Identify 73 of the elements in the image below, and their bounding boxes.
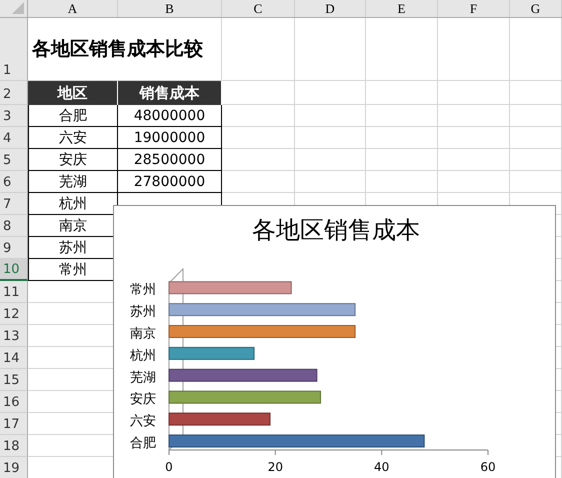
category-label: 六安 bbox=[130, 414, 156, 430]
row-header[interactable]: 16 bbox=[0, 391, 28, 413]
column-header[interactable]: F bbox=[438, 0, 510, 17]
grid-cell bbox=[366, 127, 438, 149]
grid-cell bbox=[510, 149, 562, 171]
axis-label: 40 bbox=[374, 460, 390, 474]
column-header[interactable]: D bbox=[295, 0, 366, 17]
category-label: 杭州 bbox=[130, 348, 156, 364]
chart-title: 各地区销售成本 bbox=[252, 218, 420, 244]
header-cell: 地区 bbox=[28, 81, 118, 105]
table-cell: 19000000 bbox=[118, 127, 222, 149]
row-header[interactable]: 5 bbox=[0, 149, 28, 171]
row-header[interactable]: 12 bbox=[0, 303, 28, 325]
grid-cell bbox=[295, 149, 366, 171]
grid-cell bbox=[295, 127, 366, 149]
row-header[interactable]: 10 bbox=[0, 259, 28, 281]
column-header[interactable]: C bbox=[222, 0, 295, 17]
row-header[interactable]: 15 bbox=[0, 369, 28, 391]
row-header[interactable]: 14 bbox=[0, 347, 28, 369]
axis-label: 20 bbox=[268, 460, 283, 474]
grid-cell bbox=[510, 127, 562, 149]
grid-cell bbox=[438, 149, 510, 171]
category-label: 苏州 bbox=[130, 304, 156, 320]
category-label: 南京 bbox=[130, 326, 156, 342]
grid-cell bbox=[366, 105, 438, 127]
row-header[interactable]: 8 bbox=[0, 215, 28, 237]
category-label: 芜湖 bbox=[130, 370, 156, 386]
row-header[interactable]: 4 bbox=[0, 127, 28, 149]
row-header[interactable]: 7 bbox=[0, 193, 28, 215]
row-header[interactable]: 9 bbox=[0, 237, 28, 259]
category-label: 常州 bbox=[130, 282, 156, 298]
grid-cell bbox=[295, 105, 366, 127]
axis-label: 0 bbox=[165, 460, 173, 474]
row-header[interactable]: 6 bbox=[0, 171, 28, 193]
column-header[interactable]: E bbox=[366, 0, 438, 17]
grid-cell bbox=[366, 18, 438, 81]
table-cell: 合肥 bbox=[28, 105, 118, 127]
category-label: 合肥 bbox=[130, 436, 156, 451]
grid-cell bbox=[295, 81, 366, 105]
grid-cell bbox=[366, 81, 438, 105]
row-header[interactable]: 13 bbox=[0, 325, 28, 347]
column-header[interactable]: G bbox=[510, 0, 562, 17]
table-cell: 安庆 bbox=[28, 149, 118, 171]
row-header[interactable]: 2 bbox=[0, 81, 28, 105]
grid-cell bbox=[510, 171, 562, 193]
grid-cell bbox=[510, 81, 562, 105]
row-header[interactable]: 19 bbox=[0, 457, 28, 478]
row-header[interactable]: 3 bbox=[0, 105, 28, 127]
select-all-icon[interactable] bbox=[12, 2, 24, 14]
bar-chart[interactable]: 各地区销售成本 0 20 40 60 常州 苏州 南京 杭州 芜湖 安庆 六安 合肥 bbox=[113, 205, 556, 478]
table-cell: 28500000 bbox=[118, 149, 222, 171]
grid-cell bbox=[438, 81, 510, 105]
column-header[interactable]: A bbox=[28, 0, 118, 17]
row-header[interactable]: 18 bbox=[0, 435, 28, 457]
table-cell: 芜湖 bbox=[28, 171, 118, 193]
grid-cell bbox=[510, 105, 562, 127]
sheet-title: 各地区销售成本比较 bbox=[32, 37, 203, 62]
category-label: 安庆 bbox=[130, 392, 156, 408]
table-cell: 六安 bbox=[28, 127, 118, 149]
grid-cell bbox=[438, 18, 510, 81]
row-header[interactable]: 17 bbox=[0, 413, 28, 435]
column-header[interactable]: B bbox=[118, 0, 222, 17]
table-cell: 27800000 bbox=[118, 171, 222, 193]
header-cell: 销售成本 bbox=[118, 81, 222, 105]
grid-cell bbox=[438, 127, 510, 149]
grid-cell bbox=[438, 105, 510, 127]
table-cell: 48000000 bbox=[118, 105, 222, 127]
axis-label: 60 bbox=[480, 460, 496, 474]
grid-cell bbox=[510, 18, 562, 81]
grid-cell bbox=[366, 149, 438, 171]
row-header[interactable]: 11 bbox=[0, 281, 28, 303]
grid-cell bbox=[295, 18, 366, 81]
row-header[interactable]: 1 bbox=[0, 18, 28, 81]
